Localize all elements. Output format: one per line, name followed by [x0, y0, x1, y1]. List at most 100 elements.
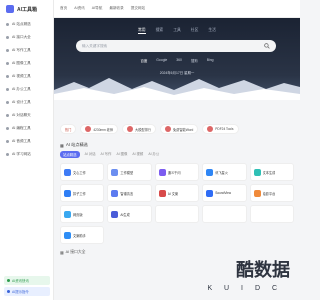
tool-card-label: 扣子工作	[73, 191, 86, 196]
sidebar-item-label: AI 视频工具	[12, 74, 31, 78]
engine-sogou[interactable]: 搜狗	[191, 58, 198, 63]
search-icon[interactable]	[264, 43, 270, 49]
bullet-icon	[6, 140, 9, 143]
hot-chip[interactable]: 免费智能Word	[159, 124, 199, 134]
search-tab-search[interactable]: 搜索	[156, 28, 164, 34]
sidebar-item-ai-api[interactable]: AI 接口大全	[0, 31, 53, 44]
tool-card[interactable]: 网页版	[60, 205, 105, 223]
hot-chip[interactable]: PDF24 Tools	[202, 124, 239, 134]
tool-icon	[253, 210, 261, 218]
sidebar: AI工具箱 AI 站点精选 AI 接口大全 AI 写作工具 AI 图像工具 AI…	[0, 0, 54, 300]
tool-icon	[206, 210, 214, 218]
tool-icon	[253, 189, 261, 197]
tool-card-label: 工作模型	[120, 170, 134, 175]
engine-baidu[interactable]: 百度	[141, 58, 148, 63]
tool-icon	[206, 189, 214, 197]
tool-icon	[206, 168, 214, 176]
hot-row: 热门 4230mm 老师 大模型排行 免费智能Word PDF24 Tools	[60, 124, 294, 134]
bullet-icon	[6, 101, 9, 104]
sidebar-pill-label: AI提示指令	[12, 290, 29, 294]
search-tab-life[interactable]: 生活	[208, 28, 216, 34]
hot-chip[interactable]: 大模型排行	[122, 124, 156, 134]
section-footer-title: ▦ AI 接口大全	[60, 250, 294, 255]
tab-office[interactable]: AI 办公	[148, 151, 159, 158]
avatar	[207, 126, 214, 132]
sidebar-pill-prompts[interactable]: AI提示指令	[4, 287, 50, 296]
sidebar-item-label: AI 设计工具	[12, 100, 31, 104]
search-tab-tools[interactable]: 工具	[173, 28, 181, 34]
engine-bing[interactable]: Bing	[207, 58, 214, 63]
tool-icon	[158, 168, 166, 176]
tool-card-label: 文心工作	[73, 170, 86, 175]
tool-card[interactable]: 讯飞星火	[202, 163, 247, 181]
search-input[interactable]: 输入关键字搜索	[76, 40, 276, 52]
tool-card-label: 网页版	[73, 212, 83, 217]
sidebar-item-ai-audio[interactable]: AI 音频工具	[0, 135, 53, 148]
tool-card[interactable]: 工作模型	[107, 163, 152, 181]
tab-image[interactable]: AI 图像	[116, 151, 127, 158]
sidebar-item-ai-office[interactable]: AI 办公工具	[0, 83, 53, 96]
tool-card-label: 文案助手	[73, 233, 86, 238]
engine-google[interactable]: Google	[156, 58, 167, 63]
engine-360[interactable]: 360	[176, 58, 182, 63]
topbar-item-submit[interactable]: 提交网站	[131, 6, 145, 11]
tool-card[interactable]: 通义千问	[154, 163, 200, 181]
tool-icon	[64, 168, 71, 176]
hot-chip-label: 大模型排行	[135, 127, 151, 132]
sidebar-item-label: AI 办公工具	[12, 87, 31, 91]
topbar-item-news[interactable]: AI资讯	[74, 6, 85, 11]
tag-icon: ▦	[60, 251, 64, 255]
sidebar-item-ai-design[interactable]: AI 设计工具	[0, 96, 53, 109]
tool-card-label: AI 文案	[167, 191, 179, 196]
tool-card[interactable]: 文案助手	[60, 226, 105, 244]
hot-chip-label: 4230mm 老师	[93, 127, 114, 132]
tool-card-label: 讯飞星火	[215, 170, 228, 175]
tool-card[interactable]: SoundView	[202, 184, 247, 202]
tool-card[interactable]: 智谱清言	[107, 184, 152, 202]
sidebar-item-ai-code[interactable]: AI 编程工具	[0, 122, 53, 135]
tool-card[interactable]	[154, 205, 200, 223]
tool-card[interactable]: AI生成	[107, 205, 152, 223]
sidebar-item-ai-video[interactable]: AI 视频工具	[0, 70, 53, 83]
tool-card[interactable]	[202, 205, 247, 223]
sidebar-item-ai-writing[interactable]: AI 写作工具	[0, 44, 53, 57]
sidebar-item-ai-selected[interactable]: AI 站点精选	[0, 18, 53, 31]
prompt-icon	[7, 290, 10, 293]
sidebar-item-ai-learning[interactable]: AI 学习网站	[0, 148, 53, 161]
tool-icon	[158, 210, 166, 218]
sidebar-item-label: AI 接口大全	[12, 35, 31, 39]
tool-card[interactable]	[249, 205, 294, 223]
sidebar-pill-news[interactable]: AI资讯快讯	[4, 276, 50, 285]
sidebar-item-ai-image[interactable]: AI 图像工具	[0, 57, 53, 70]
topbar-item-home[interactable]: 首页	[60, 6, 67, 11]
avatar	[85, 126, 92, 132]
bullet-icon	[6, 49, 9, 52]
bullet-icon	[6, 114, 9, 117]
search-tab-community[interactable]: 社区	[191, 28, 199, 34]
tool-icon	[158, 189, 166, 197]
sidebar-item-ai-chat[interactable]: AI 对话聊天	[0, 109, 53, 122]
tool-card[interactable]: 绘影平台	[249, 184, 294, 202]
sidebar-pill-label: AI资讯快讯	[12, 279, 29, 283]
tool-card[interactable]: AI 文案	[154, 184, 200, 202]
section-footer-text: AI 接口大全	[65, 250, 86, 254]
hot-chip[interactable]: 热门	[60, 124, 77, 134]
tab-writing[interactable]: AI 写作	[101, 151, 112, 158]
tool-card-label: 通义千问	[167, 170, 181, 175]
tab-video[interactable]: AI 视频	[132, 151, 143, 158]
topbar-item-latest[interactable]: 最新收录	[109, 6, 123, 11]
tab-selected[interactable]: 站点精选	[60, 151, 80, 158]
tab-chat[interactable]: AI 对话	[85, 151, 96, 158]
bullet-icon	[6, 75, 9, 78]
watermark-logo: 酷数据	[236, 260, 290, 280]
watermark-sub: K U I D C	[207, 285, 282, 292]
topbar-item-nav[interactable]: AI导航	[92, 6, 103, 11]
bullet-icon	[6, 23, 9, 26]
search-tab-common[interactable]: 常用	[138, 28, 146, 34]
tool-card[interactable]: 扣子工作	[60, 184, 105, 202]
section-title: ▦ AI 站点精选	[60, 142, 294, 148]
hot-chip[interactable]: 4230mm 老师	[80, 124, 119, 134]
tool-card[interactable]: 文心工作	[60, 163, 105, 181]
logo[interactable]: AI工具箱	[0, 0, 53, 18]
tool-card[interactable]: 文本生成	[249, 163, 294, 181]
